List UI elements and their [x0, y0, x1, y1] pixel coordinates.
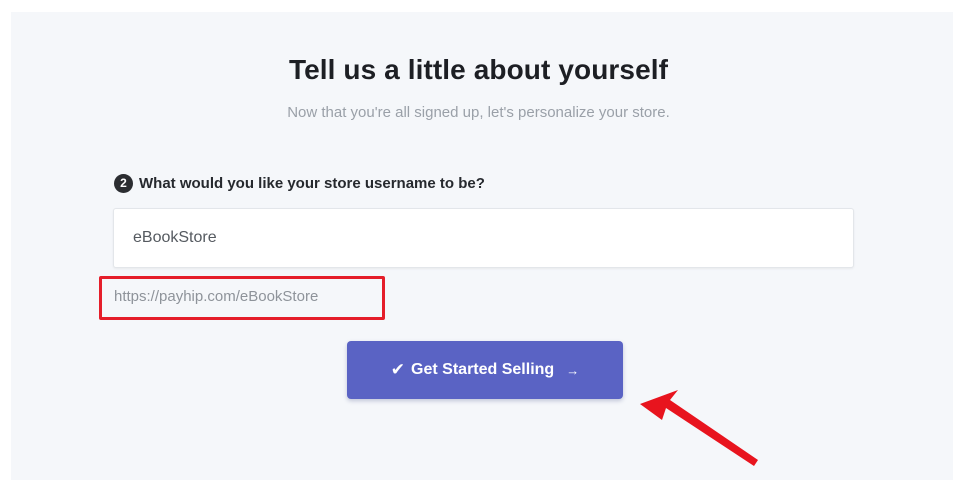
get-started-selling-label: Get Started Selling [411, 361, 555, 378]
store-url-preview-highlight: https://payhip.com/eBookStore [99, 276, 385, 320]
check-icon: ✔ [390, 360, 406, 379]
page-subtitle: Now that you're all signed up, let's per… [287, 104, 670, 121]
store-url-preview: https://payhip.com/eBookStore [114, 288, 319, 305]
red-pointer-arrow-icon [640, 390, 758, 466]
step-number-badge: 2 [114, 174, 133, 193]
username-question: 2 What would you like your store usernam… [114, 174, 485, 193]
get-started-selling-button[interactable]: ✔ Get Started Selling → [347, 341, 623, 399]
username-question-label: What would you like your store username … [139, 175, 485, 192]
store-username-input[interactable] [113, 208, 854, 268]
page-title: Tell us a little about yourself [288, 54, 669, 85]
arrow-right-icon: → [566, 362, 580, 378]
